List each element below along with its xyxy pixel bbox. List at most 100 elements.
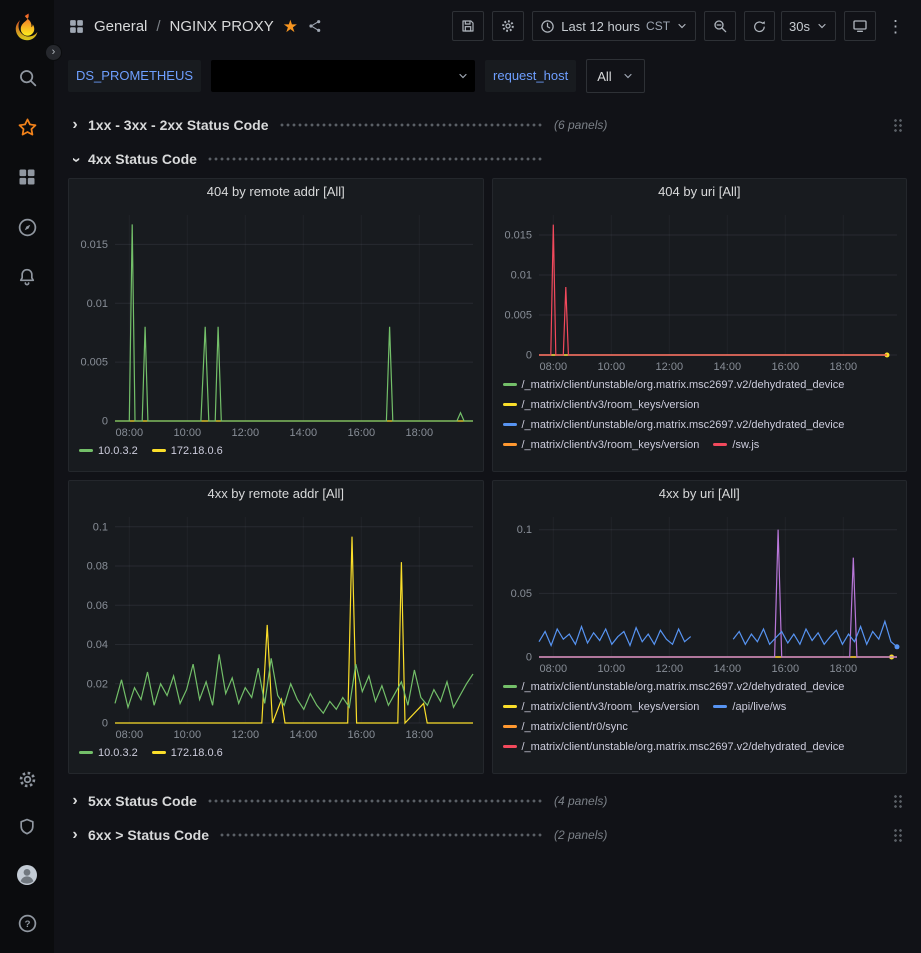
timeseries-chart[interactable]: 00.020.040.060.080.108:0010:0012:0014:00… — [69, 507, 483, 743]
legend-item[interactable]: 10.0.3.2 — [79, 443, 138, 458]
breadcrumb-section[interactable]: General — [94, 18, 147, 35]
row-header-1xx-3xx-2xx[interactable]: › 1xx - 3xx - 2xx Status Code (6 panels) — [68, 110, 907, 140]
legend-swatch — [503, 705, 517, 708]
legend-item[interactable]: /_matrix/client/unstable/org.matrix.msc2… — [503, 377, 845, 392]
time-range-picker[interactable]: Last 12 hours CST — [532, 11, 696, 41]
svg-text:16:00: 16:00 — [348, 729, 376, 741]
save-dashboard-button[interactable] — [452, 11, 484, 41]
chevron-right-icon: › — [68, 826, 82, 844]
search-icon[interactable] — [15, 65, 39, 89]
sidebar-expand-chevron-icon[interactable]: › — [45, 44, 62, 61]
favorite-star-icon[interactable]: ★ — [283, 18, 298, 35]
breadcrumb-separator: / — [156, 18, 160, 35]
legend-item[interactable]: /_matrix/client/unstable/org.matrix.msc2… — [503, 679, 845, 694]
legend-item[interactable]: /_matrix/client/v3/room_keys/version — [503, 699, 700, 714]
sidebar: ? — [0, 0, 54, 953]
legend-item[interactable]: 172.18.0.6 — [152, 745, 223, 760]
legend-item[interactable]: 172.18.0.6 — [152, 443, 223, 458]
chevron-right-icon: › — [68, 792, 82, 810]
variable-label-request-host: request_host — [485, 60, 576, 92]
dotted-leader — [279, 120, 544, 130]
svg-text:0.005: 0.005 — [504, 310, 532, 322]
share-icon[interactable] — [307, 18, 323, 34]
row-header-5xx[interactable]: › 5xx Status Code (4 panels) — [68, 786, 907, 816]
dashboard-settings-button[interactable] — [492, 11, 524, 41]
svg-text:12:00: 12:00 — [655, 663, 683, 675]
panel-title[interactable]: 404 by remote addr [All] — [69, 179, 483, 205]
svg-text:0: 0 — [525, 652, 531, 664]
legend-item[interactable]: /_matrix/client/unstable/org.matrix.msc2… — [503, 739, 845, 754]
panel-title[interactable]: 4xx by remote addr [All] — [69, 481, 483, 507]
svg-text:0: 0 — [102, 718, 108, 730]
top-navbar: General / NGINX PROXY ★ Last 12 hours — [54, 0, 921, 52]
chevron-down-icon — [676, 20, 688, 32]
variable-label-ds-prometheus: DS_PROMETHEUS — [68, 60, 201, 92]
legend-swatch — [152, 449, 166, 452]
svg-text:14:00: 14:00 — [713, 361, 741, 373]
svg-text:12:00: 12:00 — [232, 729, 260, 741]
row-drag-handle-icon[interactable] — [893, 794, 903, 809]
zoom-out-button[interactable] — [704, 11, 736, 41]
grafana-logo-icon[interactable] — [12, 12, 42, 42]
breadcrumb-title[interactable]: NGINX PROXY — [170, 18, 274, 35]
chart-legend: 10.0.3.2 172.18.0.6 — [69, 441, 483, 471]
legend-item[interactable]: /_matrix/client/r0/sync — [503, 719, 628, 734]
user-avatar[interactable] — [15, 863, 39, 887]
row-title-group: › 6xx > Status Code — [68, 826, 554, 844]
chevron-down-icon: › — [67, 153, 85, 167]
refresh-interval-picker[interactable]: 30s — [781, 11, 836, 41]
svg-text:08:00: 08:00 — [539, 361, 567, 373]
legend-swatch — [503, 403, 517, 406]
legend-item[interactable]: /api/live/ws — [713, 699, 786, 714]
row-header-4xx[interactable]: › 4xx Status Code — [68, 144, 907, 174]
legend-item[interactable]: 10.0.3.2 — [79, 745, 138, 760]
svg-text:12:00: 12:00 — [232, 427, 260, 439]
svg-text:0.08: 0.08 — [87, 561, 108, 573]
timeseries-chart[interactable]: 00.0050.010.01508:0010:0012:0014:0016:00… — [69, 205, 483, 441]
server-admin-shield-icon[interactable] — [15, 815, 39, 839]
panel-count: (4 panels) — [554, 794, 607, 808]
apps-grid-icon[interactable] — [68, 18, 85, 35]
variable-value-ds-prometheus[interactable] — [211, 60, 475, 92]
svg-text:?: ? — [24, 919, 30, 930]
legend-swatch — [503, 685, 517, 688]
starred-dashboards-icon[interactable] — [15, 115, 39, 139]
main-area: General / NGINX PROXY ★ Last 12 hours — [54, 0, 921, 953]
row-title-group: › 5xx Status Code — [68, 792, 554, 810]
svg-text:0.015: 0.015 — [80, 239, 108, 251]
legend-swatch — [713, 705, 727, 708]
panel-404-by-remote-addr: 404 by remote addr [All] 00.0050.010.015… — [68, 178, 484, 472]
svg-text:10:00: 10:00 — [597, 361, 625, 373]
legend-item[interactable]: /_matrix/client/unstable/org.matrix.msc2… — [503, 417, 845, 432]
legend-item[interactable]: /_matrix/client/v3/room_keys/version — [503, 437, 700, 452]
dotted-leader — [219, 830, 544, 840]
panel-title[interactable]: 4xx by uri [All] — [493, 481, 907, 507]
variable-value-request-host[interactable]: All — [586, 59, 644, 93]
row-title: 1xx - 3xx - 2xx Status Code — [88, 117, 269, 133]
timeseries-chart[interactable]: 00.050.108:0010:0012:0014:0016:0018:00 — [493, 507, 907, 677]
tv-mode-button[interactable] — [844, 11, 876, 41]
legend-swatch — [503, 423, 517, 426]
timeseries-chart[interactable]: 00.0050.010.01508:0010:0012:0014:0016:00… — [493, 205, 907, 375]
svg-text:18:00: 18:00 — [829, 663, 857, 675]
legend-swatch — [713, 443, 727, 446]
svg-text:0: 0 — [102, 416, 108, 428]
panel-title[interactable]: 404 by uri [All] — [493, 179, 907, 205]
row-drag-handle-icon[interactable] — [893, 118, 903, 133]
sidebar-bottom-group: ? — [15, 755, 39, 947]
help-icon[interactable]: ? — [15, 911, 39, 935]
row-header-6xx[interactable]: › 6xx > Status Code (2 panels) — [68, 820, 907, 850]
row-title-group: › 4xx Status Code — [68, 150, 554, 168]
dashboards-icon[interactable] — [15, 165, 39, 189]
explore-compass-icon[interactable] — [15, 215, 39, 239]
svg-text:14:00: 14:00 — [713, 663, 741, 675]
alerting-bell-icon[interactable] — [15, 265, 39, 289]
row-drag-handle-icon[interactable] — [893, 828, 903, 843]
kebab-menu-icon[interactable]: ⋮ — [884, 18, 907, 35]
legend-item[interactable]: /_matrix/client/v3/room_keys/version — [503, 397, 700, 412]
legend-item[interactable]: /sw.js — [713, 437, 759, 452]
refresh-button[interactable] — [744, 11, 775, 41]
legend-swatch — [152, 751, 166, 754]
configuration-gear-icon[interactable] — [15, 767, 39, 791]
dashboard-canvas: › 1xx - 3xx - 2xx Status Code (6 panels)… — [54, 100, 921, 953]
